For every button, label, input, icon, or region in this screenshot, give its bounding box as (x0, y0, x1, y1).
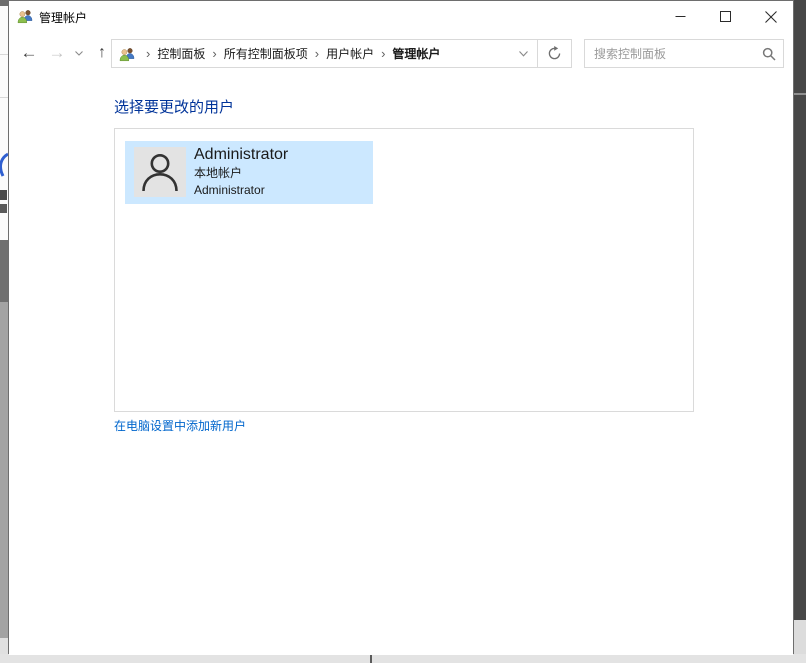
background-window-right-sliver (794, 0, 806, 663)
address-dropdown-button[interactable] (509, 40, 537, 67)
users-icon (119, 46, 135, 62)
chevron-down-icon (519, 51, 528, 57)
person-icon (134, 147, 186, 197)
background-scrap (0, 97, 8, 98)
close-icon (765, 11, 777, 23)
breadcrumb-separator[interactable]: › (308, 40, 326, 67)
window-title: 管理帐户 (39, 9, 87, 26)
content-area: 选择要更改的用户 Administrator 本地帐户 Administrato… (9, 72, 793, 655)
maximize-icon (720, 11, 731, 22)
manage-accounts-window: 管理帐户 (8, 0, 794, 654)
search-input[interactable] (585, 47, 755, 61)
breadcrumb-separator[interactable]: › (374, 40, 392, 67)
users-icon (17, 8, 33, 24)
navigation-bar: ← → ↑ › (9, 34, 793, 72)
breadcrumb-item-user-accounts[interactable]: 用户帐户 (326, 45, 374, 62)
user-name: Administrator (194, 144, 288, 165)
minimize-icon (675, 11, 686, 22)
user-tile-administrator[interactable]: Administrator 本地帐户 Administrator (125, 141, 373, 204)
close-button[interactable] (748, 1, 793, 32)
up-button[interactable]: ↑ (91, 34, 113, 72)
refresh-icon (547, 46, 562, 61)
background-logo-scrap (0, 152, 8, 178)
breadcrumb-item-manage-accounts[interactable]: 管理帐户 (392, 45, 440, 62)
magnifier-icon[interactable] (755, 47, 783, 61)
background-scrap (0, 240, 8, 302)
chevron-down-icon (75, 51, 83, 56)
background-bottom-sliver (0, 654, 806, 663)
breadcrumb-item-control-panel[interactable]: 控制面板 (157, 45, 205, 62)
background-scrap (370, 654, 372, 663)
user-description: Administrator (194, 182, 288, 199)
background-text-scrap (0, 204, 7, 213)
breadcrumb-separator[interactable]: › (205, 40, 223, 67)
refresh-button[interactable] (538, 40, 571, 67)
breadcrumb-separator[interactable]: › (139, 40, 157, 67)
avatar (134, 147, 186, 197)
desktop: 管理帐户 (0, 0, 806, 663)
minimize-button[interactable] (658, 1, 703, 32)
forward-button: → (45, 34, 69, 72)
background-scrap (794, 93, 806, 95)
user-list[interactable]: Administrator 本地帐户 Administrator (114, 128, 694, 412)
user-account-type: 本地帐户 (194, 165, 288, 182)
background-text-scrap (0, 190, 7, 200)
breadcrumb: › 控制面板 › 所有控制面板项 › 用户帐户 › 管理帐户 (112, 40, 509, 67)
maximize-button[interactable] (703, 1, 748, 32)
add-new-user-link[interactable]: 在电脑设置中添加新用户 (114, 417, 246, 434)
page-title: 选择要更改的用户 (114, 96, 234, 117)
background-window-left-sliver (0, 0, 8, 663)
breadcrumb-item-all-items[interactable]: 所有控制面板项 (224, 45, 308, 62)
search-box (584, 39, 784, 68)
background-scrap (0, 54, 8, 55)
recent-locations-button[interactable] (71, 34, 87, 72)
background-scrap (0, 302, 8, 638)
titlebar[interactable]: 管理帐户 (9, 1, 793, 32)
address-bar[interactable]: › 控制面板 › 所有控制面板项 › 用户帐户 › 管理帐户 (111, 39, 572, 68)
back-button[interactable]: ← (17, 34, 41, 72)
background-scrap (0, 0, 8, 6)
